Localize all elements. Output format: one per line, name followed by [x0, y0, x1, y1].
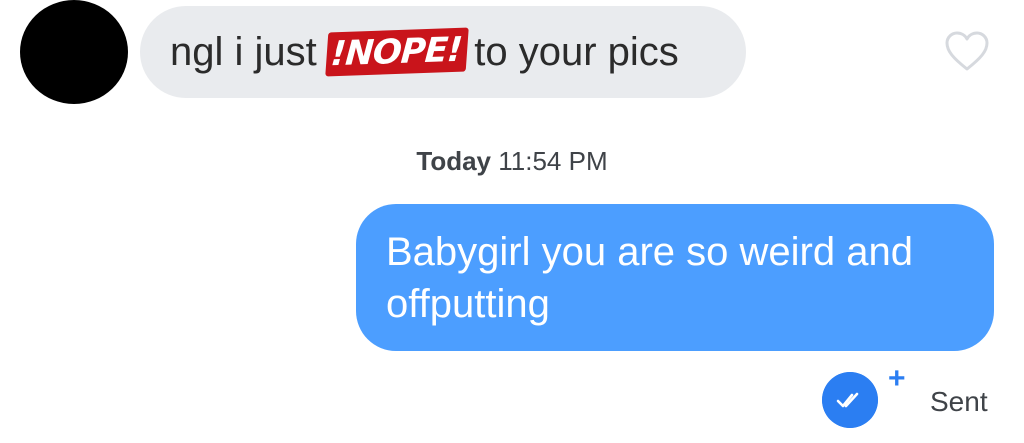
avatar[interactable] [20, 0, 128, 104]
outgoing-message-text: Babygirl you are so weird and offputting [386, 230, 913, 326]
double-check-icon [822, 372, 878, 428]
outgoing-message-bubble[interactable]: Babygirl you are so weird and offputting [356, 204, 994, 351]
delivery-status: Sent [930, 386, 988, 417]
message-timestamp: Today 11:54 PM [0, 146, 1024, 177]
plus-icon: + [888, 362, 906, 395]
incoming-message-text-start: ngl i just [170, 29, 317, 74]
timestamp-day: Today [416, 146, 492, 176]
timestamp-time: 11:54 PM [498, 146, 608, 176]
incoming-message-text-end: to your pics [474, 29, 679, 74]
censor-sticker: !NOPE! [324, 27, 469, 77]
heart-icon[interactable] [944, 30, 990, 72]
incoming-message-bubble[interactable]: ngl i just !NOPE! to your pics [140, 6, 746, 98]
